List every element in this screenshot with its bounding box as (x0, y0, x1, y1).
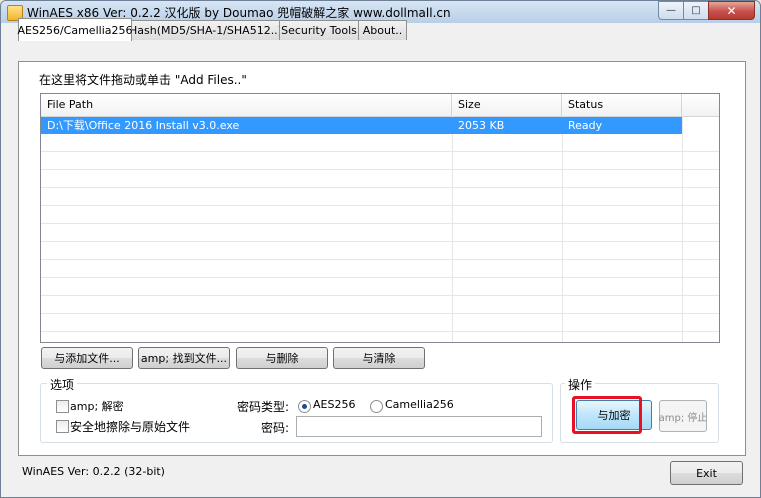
options-title: 选项 (47, 376, 78, 393)
empty-row (41, 206, 719, 224)
empty-row (41, 260, 719, 278)
decrypt-label: amp; 解密 (70, 400, 124, 413)
close-button[interactable]: ✕ (708, 1, 755, 20)
tab-aes-camellia[interactable]: AES256/Camellia256 (18, 18, 132, 41)
clear-button[interactable]: 与清除 (333, 347, 425, 369)
empty-row (41, 278, 719, 296)
exit-button[interactable]: Exit (670, 461, 743, 485)
empty-row (41, 170, 719, 188)
camellia256-radio[interactable] (370, 400, 383, 413)
operations-title: 操作 (565, 376, 596, 393)
decrypt-checkbox[interactable] (56, 400, 69, 413)
empty-row (41, 296, 719, 314)
cell-file-path: D:\下载\Office 2016 Install v3.0.exe (47, 119, 240, 132)
empty-row (41, 242, 719, 260)
file-list-header: File Path Size Status (41, 94, 719, 117)
find-files-button[interactable]: amp; 找到文件... (138, 347, 230, 369)
table-row[interactable]: D:\下载\Office 2016 Install v3.0.exe 2053 … (41, 117, 682, 134)
maximize-button[interactable]: □ (683, 1, 709, 20)
tab-about[interactable]: About.. (358, 20, 407, 40)
tab-hash[interactable]: Hash(MD5/SHA-1/SHA512..) (129, 20, 282, 40)
stop-button[interactable]: amp; 停止 (659, 400, 707, 432)
minimize-button[interactable]: — (658, 1, 684, 20)
cell-status: Ready (568, 119, 603, 132)
empty-row (41, 224, 719, 242)
tab-security-tools[interactable]: Security Tools (279, 20, 359, 40)
camellia256-label: Camellia256 (385, 398, 454, 411)
password-type-label: 密码类型: (237, 400, 290, 414)
secure-wipe-checkbox[interactable] (56, 420, 69, 433)
version-status: WinAES Ver: 0.2.2 (32-bit) (22, 465, 165, 478)
highlight-box (572, 396, 642, 434)
aes256-radio[interactable] (298, 400, 311, 413)
column-file-path[interactable]: File Path (41, 94, 452, 116)
password-label: 密码: (261, 421, 290, 435)
drag-drop-hint: 在这里将文件拖动或单击 "Add Files.." (39, 73, 247, 87)
secure-wipe-label: 安全地擦除与原始文件 (70, 420, 191, 434)
empty-row (41, 152, 719, 170)
aes256-label: AES256 (313, 398, 356, 411)
empty-row (41, 134, 719, 152)
add-files-button[interactable]: 与添加文件... (41, 347, 133, 369)
column-status[interactable]: Status (562, 94, 682, 116)
password-input[interactable] (296, 416, 542, 437)
empty-row (41, 188, 719, 206)
cell-size: 2053 KB (458, 119, 505, 132)
file-list[interactable]: File Path Size Status D:\下载\Office 2016 … (40, 93, 720, 343)
empty-row (41, 314, 719, 332)
delete-button[interactable]: 与删除 (236, 347, 328, 369)
column-size[interactable]: Size (452, 94, 562, 116)
